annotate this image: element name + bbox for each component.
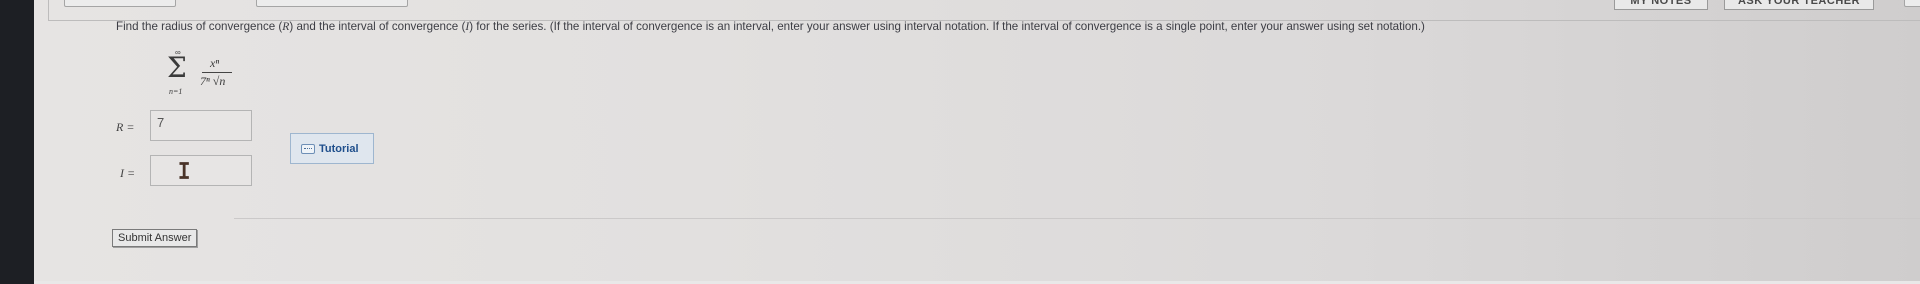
question-panel: MY NOTES ASK YOUR TEACHER Find the radiu…	[34, 0, 1920, 284]
divider	[234, 218, 1920, 219]
sigma-symbol: Σ	[167, 51, 187, 84]
interval-input[interactable]	[150, 155, 252, 186]
tutorial-button[interactable]: Tutorial	[290, 133, 374, 164]
top-button-partial[interactable]	[256, 0, 408, 7]
question-text: Find the radius of convergence (R) and t…	[116, 20, 1425, 33]
series-denominator: 7ⁿ √n	[200, 74, 226, 88]
top-button-partial-left[interactable]	[64, 0, 176, 7]
top-button-partial-right[interactable]	[1904, 0, 1920, 7]
radius-label: R =	[116, 120, 135, 134]
lower-limit: n=1	[169, 87, 183, 96]
fraction-bar	[202, 72, 232, 73]
series-expression: ∞ Σ n=1 xⁿ 7ⁿ √n	[164, 48, 244, 104]
tutorial-icon	[301, 143, 315, 154]
interval-label: I =	[120, 166, 136, 180]
my-notes-button[interactable]: MY NOTES	[1614, 0, 1708, 10]
radius-input[interactable]: 7	[150, 110, 252, 141]
tutorial-label: Tutorial	[319, 142, 359, 155]
radius-value: 7	[157, 115, 165, 130]
frame-divider	[48, 0, 49, 20]
ask-teacher-button[interactable]: ASK YOUR TEACHER	[1724, 0, 1874, 10]
text-cursor-icon	[179, 162, 189, 179]
submit-answer-button[interactable]: Submit Answer	[112, 229, 198, 247]
series-numerator: xⁿ	[210, 56, 220, 70]
